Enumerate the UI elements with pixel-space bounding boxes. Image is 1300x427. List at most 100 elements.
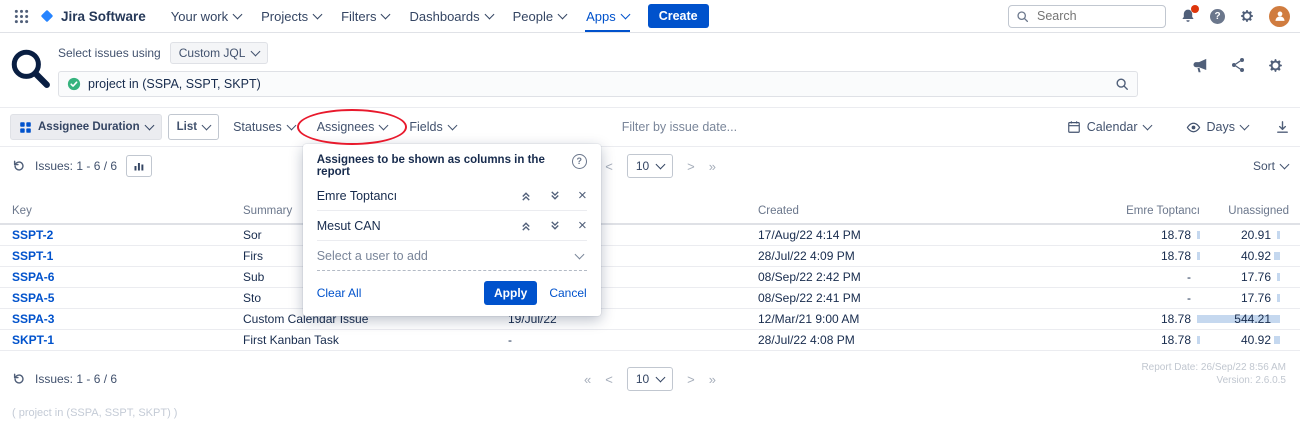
last-page-button[interactable]: » [709, 372, 716, 387]
assignee-row-actions: × [520, 188, 587, 203]
jql-search-icon[interactable] [1115, 77, 1129, 91]
fields-filter-button[interactable]: Fields [401, 114, 463, 140]
calendar-view-button[interactable]: Calendar [1059, 114, 1159, 140]
issues-bar-top: Issues: 1 - 6 / 6 « < 10 > » Sort [0, 147, 1300, 199]
report-settings-gear-icon[interactable] [1267, 57, 1284, 74]
issue-key-link[interactable]: SKPT-1 [0, 333, 243, 347]
issue-key-link[interactable]: SSPT-2 [0, 228, 243, 242]
cancel-link[interactable]: Cancel [549, 286, 586, 300]
jira-logo[interactable]: Jira Software [39, 8, 146, 24]
remove-assignee-icon[interactable]: × [578, 188, 587, 203]
jql-query-text[interactable]: project in (SSPA, SSPT, SKPT) [88, 77, 1108, 91]
next-page-button[interactable]: > [687, 159, 695, 174]
assignee-row-actions: × [520, 218, 587, 233]
chart-view-button[interactable] [126, 155, 152, 177]
issue-date-filter-input[interactable] [620, 119, 824, 135]
issue-due: - [508, 333, 758, 347]
query-mode-select[interactable]: Custom JQL [170, 42, 269, 64]
search-icon [1016, 10, 1029, 23]
last-page-button[interactable]: » [709, 159, 716, 174]
issue-key-link[interactable]: SSPA-3 [0, 312, 243, 326]
move-bottom-icon[interactable] [549, 190, 561, 202]
assignee-name: Mesut CAN [317, 219, 381, 233]
add-user-select[interactable]: Select a user to add [317, 241, 587, 271]
issue-key-link[interactable]: SSPA-6 [0, 270, 243, 284]
statuses-filter-button[interactable]: Statuses [225, 114, 303, 140]
nav-item-projects[interactable]: Projects [252, 0, 330, 32]
chevron-down-icon [381, 10, 391, 20]
table-row[interactable]: SSPA-5 Sto 08/Sep/22 2:41 PM - 17.76 [0, 288, 1300, 309]
duration-cell: 40.92 [1200, 249, 1280, 263]
issues-count-label: Issues: 1 - 6 / 6 [35, 372, 117, 386]
help-icon[interactable]: ? [1210, 9, 1225, 24]
settings-gear-icon[interactable] [1239, 8, 1255, 24]
nav-item-apps[interactable]: Apps [577, 0, 638, 32]
column-header-created[interactable]: Created [758, 205, 1093, 217]
issue-created: 28/Jul/22 4:08 PM [758, 333, 1093, 347]
next-page-button[interactable]: > [687, 372, 695, 387]
table-row[interactable]: SKPT-1 First Kanban Task - 28/Jul/22 4:0… [0, 330, 1300, 351]
issue-key-link[interactable]: SSPT-1 [0, 249, 243, 263]
report-table: Key Summary Created Emre Toptancı Unassi… [0, 199, 1300, 351]
search-input[interactable] [1035, 8, 1158, 24]
assignee-row: Mesut CAN × [317, 211, 587, 241]
jql-footnote: ( project in (SSPA, SSPT, SKPT) ) [0, 399, 1300, 427]
query-header: Select issues using Custom JQL project i… [0, 33, 1300, 108]
clear-all-link[interactable]: Clear All [317, 286, 362, 300]
table-row[interactable]: SSPT-1 Firs 28/Jul/22 4:09 PM 18.78 40.9… [0, 246, 1300, 267]
refresh-icon[interactable] [12, 159, 26, 173]
chevron-down-icon [202, 121, 212, 131]
chevron-down-icon [656, 160, 666, 170]
prev-page-button[interactable]: < [605, 372, 613, 387]
table-row[interactable]: SSPA-6 Sub 08/Sep/22 2:42 PM - 17.76 [0, 267, 1300, 288]
nav-item-your-work[interactable]: Your work [162, 0, 250, 32]
share-icon[interactable] [1230, 57, 1246, 74]
jira-report-page: { "topnav": { "brand": "Jira Software", … [0, 0, 1300, 424]
sort-button[interactable]: Sort [1253, 159, 1288, 173]
app-switcher-icon[interactable] [10, 6, 33, 27]
column-header-emre[interactable]: Emre Toptancı [1093, 205, 1209, 217]
column-header-unassigned[interactable]: Unassigned [1209, 205, 1298, 217]
duration-cell: 17.76 [1200, 270, 1280, 284]
add-user-placeholder: Select a user to add [317, 249, 428, 263]
chevron-down-icon [1280, 160, 1290, 170]
announcement-megaphone-icon[interactable] [1192, 57, 1209, 74]
create-button[interactable]: Create [648, 4, 709, 28]
remove-assignee-icon[interactable]: × [578, 218, 587, 233]
table-row[interactable]: SSPA-3 Custom Calendar Issue 19/Jul/22 1… [0, 309, 1300, 330]
move-top-icon[interactable] [520, 190, 532, 202]
report-type-button[interactable]: Assignee Duration [10, 114, 162, 140]
top-navigation: Jira Software Your work Projects Filters… [0, 0, 1300, 33]
nav-item-dashboards[interactable]: Dashboards [400, 0, 501, 32]
issue-created: 17/Aug/22 4:14 PM [758, 228, 1093, 242]
apply-button[interactable]: Apply [484, 281, 537, 305]
page-size-select[interactable]: 10 [627, 367, 673, 391]
issues-bar-bottom: Issues: 1 - 6 / 6 « < 10 > » Report Date… [0, 359, 1300, 399]
user-avatar[interactable] [1269, 6, 1290, 27]
days-display-button[interactable]: Days [1178, 114, 1256, 140]
jql-query-bar[interactable]: project in (SSPA, SSPT, SKPT) [58, 71, 1138, 97]
page-size-select[interactable]: 10 [627, 154, 673, 178]
popup-help-icon[interactable]: ? [572, 154, 587, 169]
duration-cell: 544.21 [1200, 312, 1280, 326]
nav-item-people[interactable]: People [504, 0, 575, 32]
assignees-filter-button[interactable]: Assignees [309, 114, 396, 140]
move-top-icon[interactable] [520, 220, 532, 232]
refresh-icon[interactable] [12, 372, 26, 386]
pagination: « < 10 > » [584, 367, 716, 391]
move-bottom-icon[interactable] [549, 220, 561, 232]
global-search[interactable] [1008, 5, 1166, 28]
issue-key-link[interactable]: SSPA-5 [0, 291, 243, 305]
issues-summary: Issues: 1 - 6 / 6 [12, 155, 152, 177]
view-select-button[interactable]: List [168, 114, 219, 140]
chevron-down-icon [379, 121, 389, 131]
nav-item-filters[interactable]: Filters [332, 0, 398, 32]
first-page-button[interactable]: « [584, 372, 591, 387]
assignee-row: Emre Toptancı × [317, 181, 587, 211]
export-icon[interactable] [1275, 120, 1290, 135]
table-row[interactable]: SSPT-2 Sor 17/Aug/22 4:14 PM 18.78 20.91 [0, 225, 1300, 246]
column-header-key[interactable]: Key [0, 205, 243, 217]
prev-page-button[interactable]: < [605, 159, 613, 174]
topnav-right: ? [1008, 5, 1290, 28]
notifications-bell-icon[interactable] [1180, 8, 1196, 24]
